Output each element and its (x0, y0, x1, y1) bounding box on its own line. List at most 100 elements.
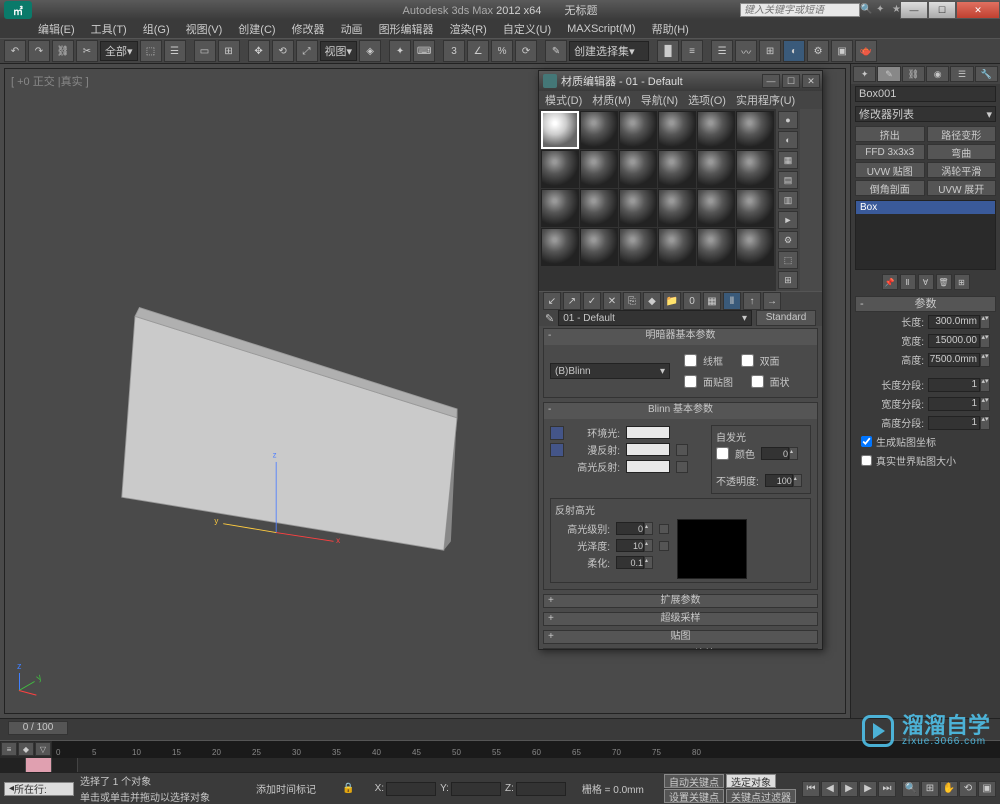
sample-slot[interactable] (580, 228, 618, 266)
sample-slot[interactable] (541, 228, 579, 266)
sample-slot[interactable] (658, 111, 696, 149)
select-by-mat-icon[interactable]: ⬚ (778, 251, 798, 269)
backlight-icon[interactable]: ◐ (778, 131, 798, 149)
play-icon[interactable]: ▶ (840, 781, 858, 797)
time-slider-bar[interactable]: 0 / 100 (0, 718, 1000, 740)
rect-select-icon[interactable]: ▭ (194, 40, 216, 62)
unlink-icon[interactable]: ✂ (76, 40, 98, 62)
sample-slot[interactable] (697, 111, 735, 149)
set-key-button[interactable]: 设置关键点 (664, 789, 724, 803)
menu-view[interactable]: 视图(V) (182, 21, 227, 37)
sample-slot[interactable] (658, 189, 696, 227)
make-preview-icon[interactable]: ► (778, 211, 798, 229)
stack-item-box[interactable]: Box (856, 201, 995, 214)
mat-id-icon[interactable]: 0 (683, 292, 701, 310)
sample-uv-icon[interactable]: ▤ (778, 171, 798, 189)
faceted-checkbox[interactable] (751, 375, 764, 388)
named-sel-set[interactable]: 创建选择集 ▾ (569, 41, 649, 61)
menu-create[interactable]: 创建(C) (234, 21, 279, 37)
sample-slot[interactable] (580, 111, 618, 149)
sample-slot[interactable] (697, 228, 735, 266)
extended-rollout[interactable]: +扩展参数 (543, 594, 818, 608)
show-end-icon[interactable]: Ⅱ (900, 274, 916, 290)
window-cross-icon[interactable]: ⊞ (218, 40, 240, 62)
spinner-snap-icon[interactable]: ⟳ (515, 40, 537, 62)
supersample-rollout[interactable]: +超级采样 (543, 612, 818, 626)
scale-icon[interactable]: ⤢ (296, 40, 318, 62)
scene-box[interactable]: z x y (85, 259, 485, 559)
material-editor-icon[interactable]: ◐ (783, 40, 805, 62)
material-name-dropdown[interactable]: 01 - Default▾ (558, 310, 752, 326)
curve-editor-icon[interactable]: 〰 (735, 40, 757, 62)
object-name-input[interactable] (855, 86, 996, 102)
spinner-icon[interactable]: ▴▾ (980, 416, 990, 430)
layers-icon[interactable]: ☰ (711, 40, 733, 62)
edit-set-icon[interactable]: ✎ (545, 40, 567, 62)
sample-slot[interactable] (658, 228, 696, 266)
render-icon[interactable]: 🫖 (855, 40, 877, 62)
assign-icon[interactable]: ✓ (583, 292, 601, 310)
put-library-icon[interactable]: 📁 (663, 292, 681, 310)
menu-help[interactable]: 帮助(H) (648, 21, 693, 37)
spinner-icon[interactable]: ▴▾ (980, 378, 990, 392)
time-slider-handle[interactable]: 0 / 100 (8, 721, 68, 735)
keyboard-icon[interactable]: ⌨ (413, 40, 435, 62)
hsegs-input[interactable] (928, 416, 980, 430)
add-time-tag[interactable]: 添加时间标记 (256, 781, 316, 796)
spec-level-input[interactable] (616, 522, 644, 535)
menu-edit[interactable]: 编辑(E) (34, 21, 79, 37)
minimize-button[interactable]: — (900, 1, 928, 19)
motion-tab-icon[interactable]: ◉ (926, 66, 949, 82)
menu-graph-editors[interactable]: 图形编辑器 (375, 21, 438, 37)
specular-swatch[interactable] (626, 460, 670, 473)
spinner-icon[interactable]: ▴ (644, 539, 653, 552)
sample-slot[interactable] (658, 150, 696, 188)
go-sibling-icon[interactable]: → (763, 292, 781, 310)
menu-modifiers[interactable]: 修改器 (288, 21, 329, 37)
me-minimize-button[interactable]: — (762, 74, 780, 88)
close-button[interactable]: ✕ (956, 1, 1000, 19)
rotate-icon[interactable]: ⟲ (272, 40, 294, 62)
mat-map-nav-icon[interactable]: ⊞ (778, 271, 798, 289)
go-parent-icon[interactable]: ↑ (743, 292, 761, 310)
diffuse-map-button[interactable] (676, 444, 688, 456)
modifier-stack[interactable]: Box (855, 200, 996, 270)
app-icon[interactable]: ㎥ (4, 1, 32, 19)
color-checkbox[interactable] (716, 447, 729, 460)
wire-checkbox[interactable] (684, 354, 697, 367)
specular-map-button[interactable] (676, 461, 688, 473)
key-mode-dropdown[interactable]: 选定对象 (726, 774, 776, 788)
sample-slot[interactable] (580, 150, 618, 188)
create-tab-icon[interactable]: ✦ (853, 66, 876, 82)
wsegs-input[interactable] (928, 397, 980, 411)
spinner-icon[interactable]: ▴ (644, 556, 653, 569)
selection-filter[interactable]: 全部 ▾ (100, 41, 138, 61)
show-map-icon[interactable]: ▦ (703, 292, 721, 310)
lsegs-input[interactable] (928, 378, 980, 392)
track-key-icon[interactable]: ◆ (18, 742, 34, 756)
next-frame-icon[interactable]: ▶ (859, 781, 877, 797)
menu-render[interactable]: 渲染(R) (446, 21, 491, 37)
spinner-icon[interactable]: ▴ (644, 522, 653, 535)
modify-tab-icon[interactable]: ✎ (877, 66, 900, 82)
sample-slot[interactable] (697, 189, 735, 227)
spinner-icon[interactable]: ▴▾ (980, 315, 990, 329)
object-name-field[interactable] (855, 86, 996, 102)
snap-3-icon[interactable]: 3 (443, 40, 465, 62)
me-menu-material[interactable]: 材质(M) (592, 92, 631, 108)
make-copy-icon[interactable]: ⎘ (623, 292, 641, 310)
me-menu-utilities[interactable]: 实用程序(U) (736, 92, 795, 108)
gloss-map-button[interactable] (659, 541, 669, 551)
render-frame-icon[interactable]: ▣ (831, 40, 853, 62)
search-input[interactable] (740, 3, 860, 17)
menu-animation[interactable]: 动画 (337, 21, 367, 37)
search-icon[interactable]: 🔍 (860, 4, 872, 16)
gloss-input[interactable] (616, 539, 644, 552)
real-world-checkbox[interactable] (861, 455, 872, 466)
z-input[interactable] (516, 782, 566, 796)
material-editor-titlebar[interactable]: 材质编辑器 - 01 - Default — ☐ ✕ (539, 71, 822, 91)
ffd-button[interactable]: FFD 3x3x3 (855, 144, 925, 160)
maps-rollout[interactable]: +贴图 (543, 630, 818, 644)
lock-ambient-icon[interactable] (550, 426, 564, 440)
self-illum-input[interactable] (761, 447, 789, 460)
